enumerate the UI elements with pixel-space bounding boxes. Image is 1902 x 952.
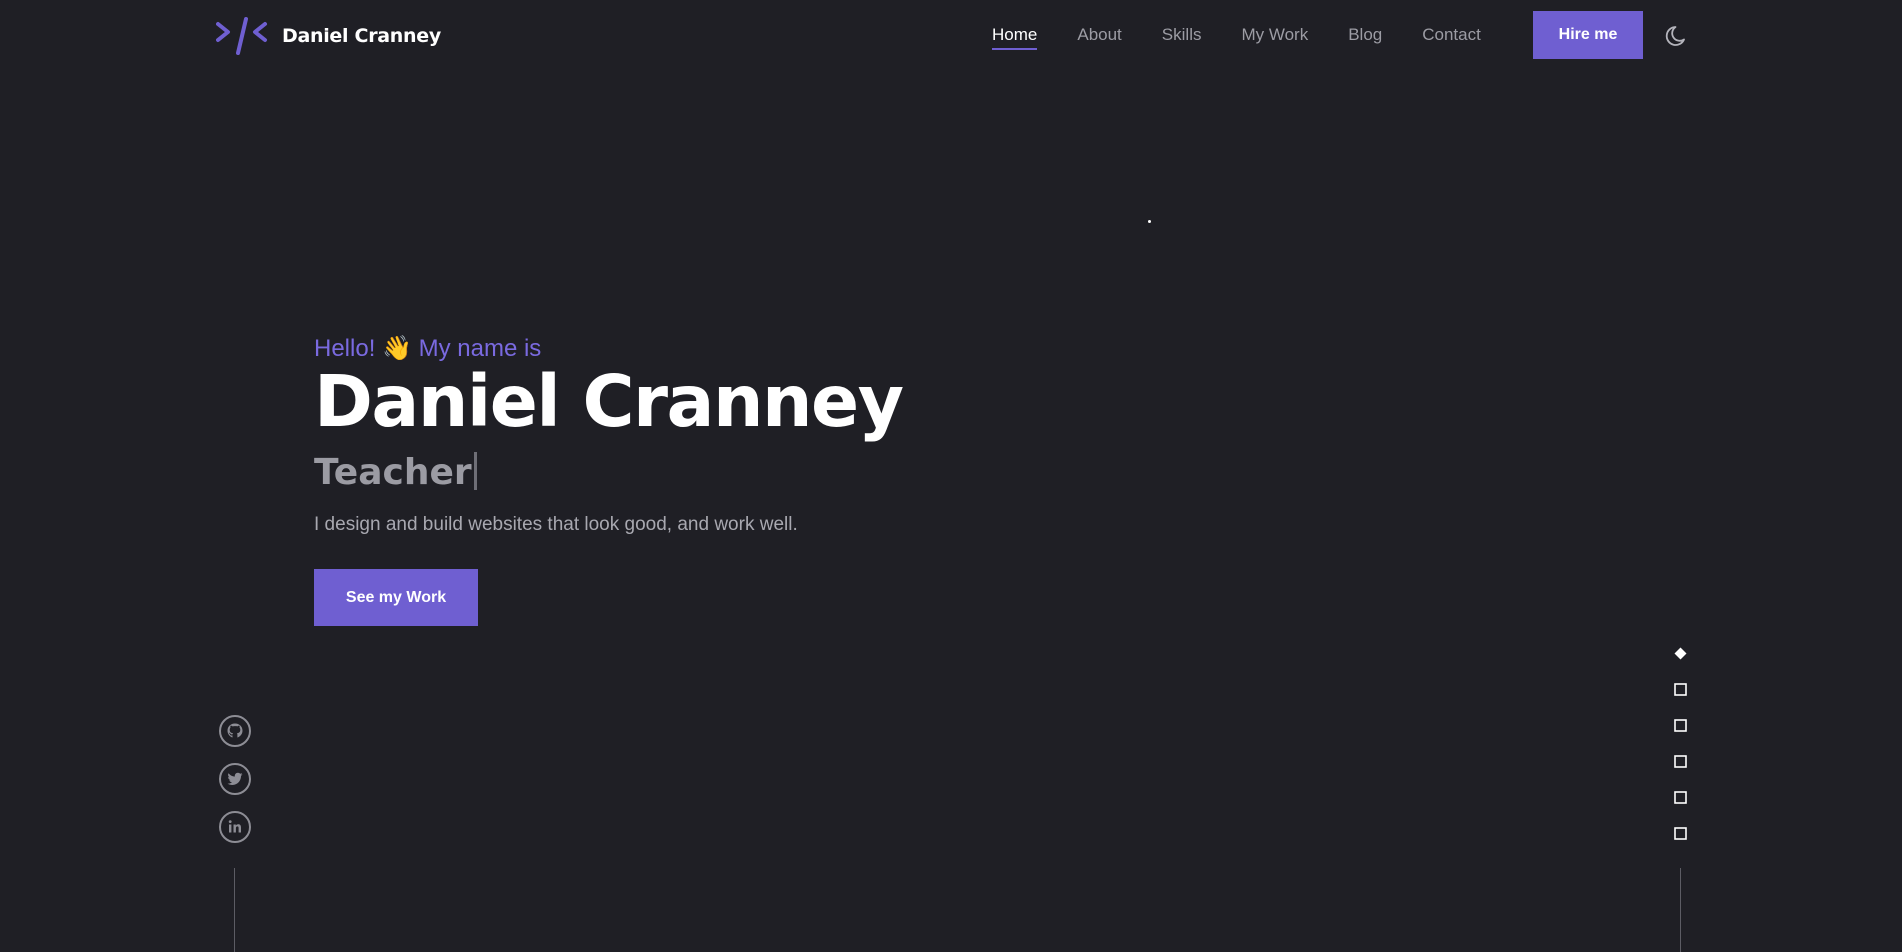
- section-indicator-3[interactable]: [1674, 719, 1687, 732]
- hero-greeting: Hello! 👋 My name is: [314, 334, 541, 363]
- star-dot: [1148, 220, 1151, 223]
- role-text: Teacher: [314, 452, 472, 493]
- nav-item-contact[interactable]: Contact: [1422, 21, 1481, 49]
- indicator-divider-line: [1680, 868, 1681, 952]
- waving-hand-icon: 👋: [382, 335, 412, 362]
- social-divider-line: [234, 868, 235, 952]
- github-icon[interactable]: [218, 714, 252, 748]
- nav-item-about[interactable]: About: [1077, 21, 1121, 49]
- hero-role: Teacher: [314, 452, 477, 493]
- typing-cursor: [473, 452, 477, 490]
- greeting-prefix: Hello!: [314, 335, 376, 362]
- main-nav: Home About Skills My Work Blog Contact: [992, 0, 1521, 70]
- page: Daniel Cranney Home About Skills My Work…: [0, 0, 1902, 952]
- section-indicator-6[interactable]: [1674, 827, 1687, 840]
- linkedin-icon[interactable]: [218, 810, 252, 844]
- section-indicator-1[interactable]: [1674, 647, 1687, 660]
- code-slash-logo-icon: [216, 17, 267, 55]
- nav-item-skills[interactable]: Skills: [1162, 21, 1202, 49]
- brand-logo[interactable]: Daniel Cranney: [216, 14, 441, 58]
- section-indicator-4[interactable]: [1674, 755, 1687, 768]
- nav-item-home[interactable]: Home: [992, 21, 1038, 50]
- hire-me-button[interactable]: Hire me: [1533, 11, 1643, 59]
- nav-item-blog[interactable]: Blog: [1348, 21, 1382, 49]
- nav-item-my-work[interactable]: My Work: [1241, 21, 1308, 49]
- see-my-work-button[interactable]: See my Work: [314, 569, 478, 626]
- twitter-icon[interactable]: [218, 762, 252, 796]
- hero-description: I design and build websites that look go…: [314, 514, 798, 535]
- greeting-suffix: My name is: [418, 335, 542, 362]
- section-indicator-2[interactable]: [1674, 683, 1687, 696]
- brand-name: Daniel Cranney: [282, 25, 441, 47]
- moon-icon[interactable]: [1664, 21, 1692, 49]
- hero-name: Daniel Cranney: [314, 360, 904, 443]
- section-indicator-5[interactable]: [1674, 791, 1687, 804]
